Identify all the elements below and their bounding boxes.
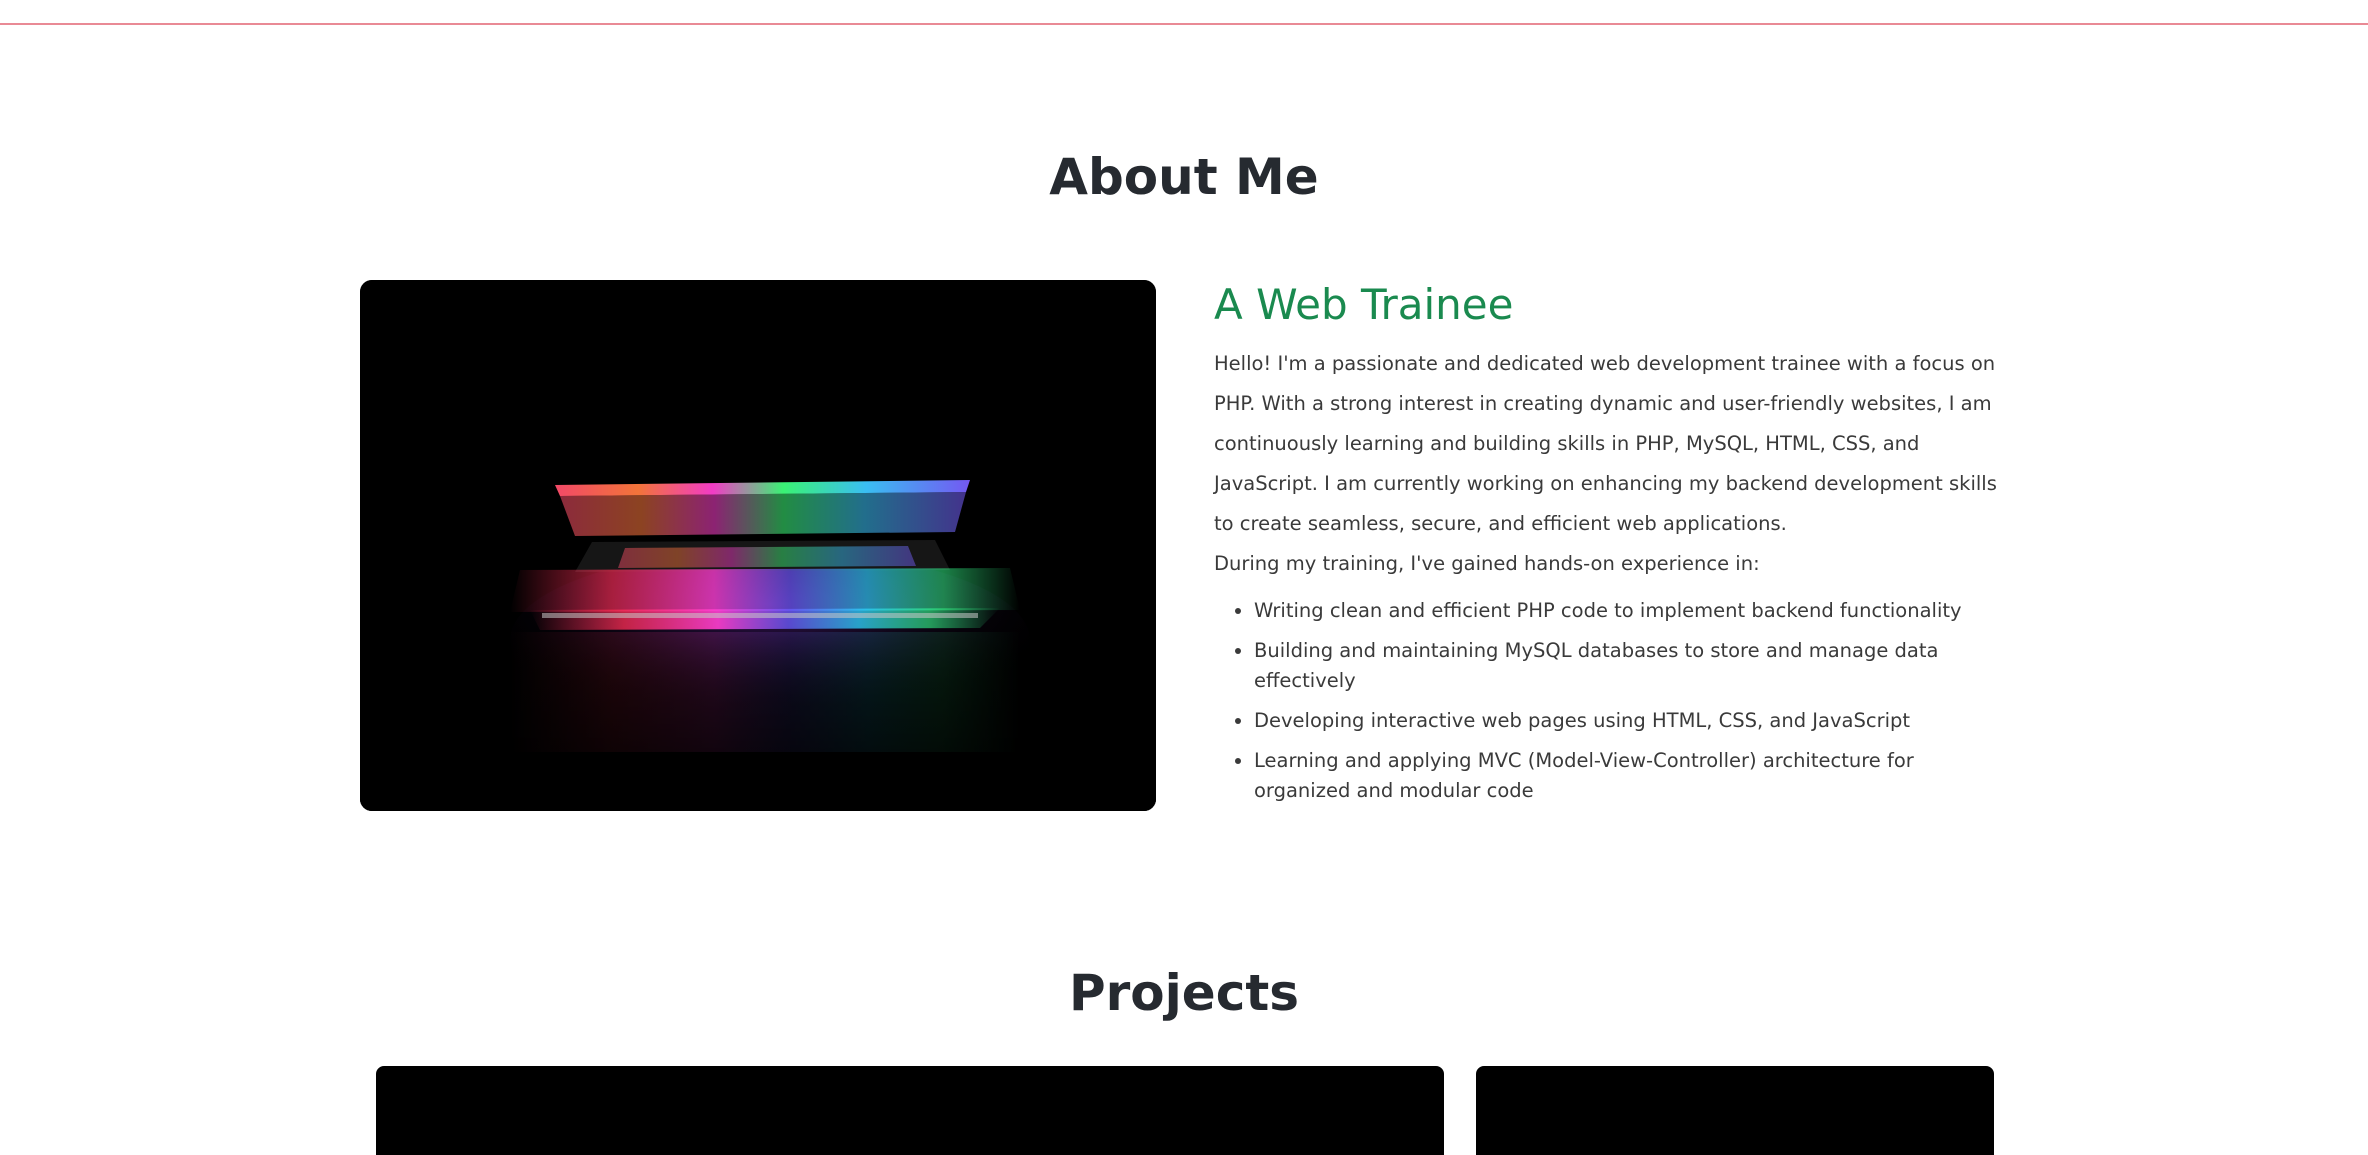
project-card[interactable]: [376, 1066, 1444, 1155]
about-subtitle: A Web Trainee: [1214, 280, 1514, 329]
skills-list-item: Building and maintaining MySQL databases…: [1254, 636, 2014, 696]
about-bio-paragraph: Hello! I'm a passionate and dedicated we…: [1214, 352, 1997, 535]
about-section-title: About Me: [1049, 148, 1319, 206]
skills-list-item: Learning and applying MVC (Model-View-Co…: [1254, 746, 2014, 806]
page: About Me A Web Trainee Hello! I'm a pass…: [0, 0, 2368, 1155]
about-experience-intro: During my training, I've gained hands-on…: [1214, 552, 1760, 575]
header-divider: [0, 23, 2368, 25]
projects-section-title: Projects: [1068, 964, 1299, 1022]
about-content: A Web Trainee Hello! I'm a passionate an…: [1214, 280, 2014, 816]
project-card[interactable]: [1476, 1066, 1994, 1155]
skills-list: Writing clean and efficient PHP code to …: [1214, 596, 2014, 806]
skills-list-item: Developing interactive web pages using H…: [1254, 706, 2014, 736]
about-laptop-image: [360, 280, 1156, 811]
skills-list-item: Writing clean and efficient PHP code to …: [1254, 596, 2014, 626]
